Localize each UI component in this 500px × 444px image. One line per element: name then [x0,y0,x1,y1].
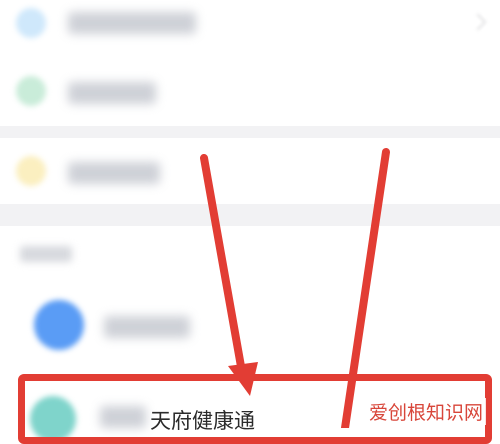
arrow-head-icon [228,362,258,396]
arrow-line-left [200,154,246,376]
annotation-arrows [200,148,390,428]
arrow-line-right [341,148,390,428]
watermark: 爱创根知识网 [366,398,487,425]
